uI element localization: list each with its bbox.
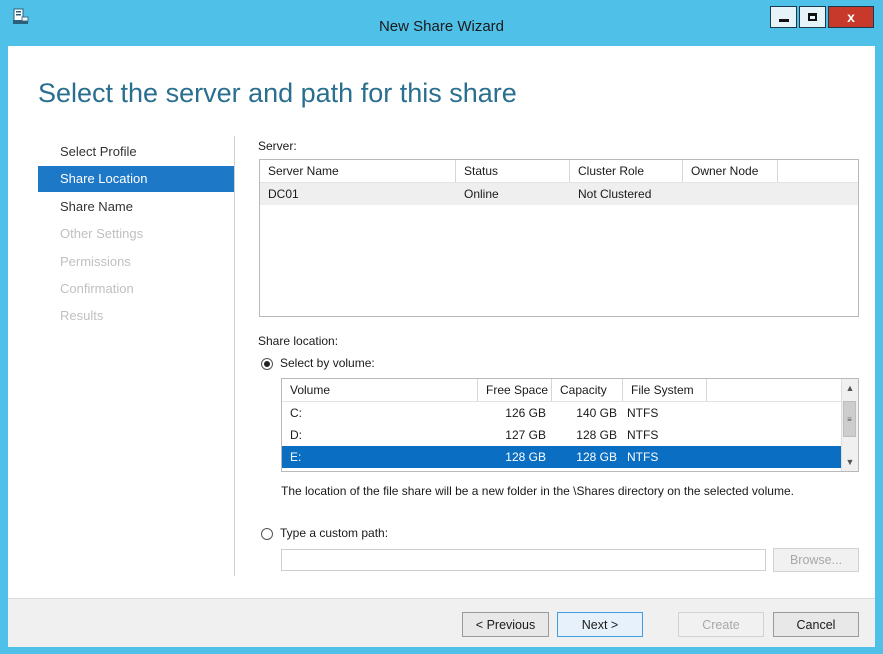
column-header-capacity[interactable]: Capacity [552,379,623,401]
server-owner-node-cell [683,183,778,205]
custom-path-radio[interactable] [261,528,273,540]
column-header-empty [707,379,842,401]
wizard-footer: < Previous Next > Create Cancel [8,598,875,647]
column-header-status[interactable]: Status [456,160,570,182]
capacity-cell: 128 GB [576,428,617,442]
wizard-client-area: Select the server and path for this shar… [8,46,875,647]
previous-button[interactable]: < Previous [462,612,549,637]
column-header-server-name[interactable]: Server Name [260,160,456,182]
close-icon: x [847,9,855,25]
server-label: Server: [258,139,297,153]
server-list-header: Server Name Status Cluster Role Owner No… [260,160,858,183]
column-header-empty [778,160,858,182]
volume-cell: C: [290,406,302,420]
nav-item-share-location[interactable]: Share Location [38,166,235,193]
cancel-button[interactable]: Cancel [773,612,859,637]
file-system-cell: NTFS [627,428,659,442]
scroll-thumb[interactable]: ≡ [843,401,856,437]
select-by-volume-label[interactable]: Select by volume: [280,356,375,370]
table-row[interactable]: D: 127 GB 128 GB NTFS [282,424,858,446]
nav-item-confirmation: Confirmation [60,280,134,296]
column-header-free-space[interactable]: Free Space [478,379,552,401]
column-header-volume[interactable]: Volume [282,379,478,401]
nav-item-share-name[interactable]: Share Name [38,194,235,220]
server-cluster-role-cell: Not Clustered [578,187,652,201]
next-button[interactable]: Next > [557,612,643,637]
volume-list-scrollbar[interactable]: ▲ ≡ ▼ [841,379,858,471]
free-space-cell: 126 GB [505,406,546,420]
file-system-cell: NTFS [627,450,659,464]
scroll-up-icon[interactable]: ▲ [842,380,858,396]
select-by-volume-radio[interactable] [261,358,273,370]
column-header-file-system[interactable]: File System [623,379,707,401]
volume-cell: D: [290,428,302,442]
maximize-icon [808,13,817,21]
share-location-info-text: The location of the file share will be a… [281,484,794,498]
column-header-owner-node[interactable]: Owner Node [683,160,778,182]
capacity-cell: 140 GB [576,406,617,420]
capacity-cell: 128 GB [576,450,617,464]
create-button[interactable]: Create [678,612,764,637]
nav-item-results: Results [60,308,104,324]
minimize-icon [778,18,789,22]
volume-list-header: Volume Free Space Capacity File System [282,379,858,402]
scroll-down-icon[interactable]: ▼ [842,454,858,470]
window-title: New Share Wizard [378,18,505,35]
nav-item-permissions: Permissions [60,253,131,269]
minimize-button[interactable] [770,6,797,28]
table-row-selected[interactable]: E: 128 GB 128 GB NTFS [282,446,841,468]
file-system-cell: NTFS [627,406,659,420]
volume-cell: E: [290,450,302,464]
share-location-label: Share location: [258,334,339,348]
close-button[interactable]: x [828,6,874,28]
server-name-cell: DC01 [268,187,299,201]
nav-item-other-settings: Other Settings [60,226,144,242]
custom-path-label[interactable]: Type a custom path: [280,526,388,540]
nav-divider [234,136,235,576]
free-space-cell: 127 GB [505,428,546,442]
wizard-window: New Share Wizard x Select the server and… [0,0,883,654]
volume-list[interactable]: Volume Free Space Capacity File System C… [281,378,859,472]
title-bar[interactable]: New Share Wizard x [0,0,883,46]
column-header-cluster-role[interactable]: Cluster Role [570,160,683,182]
maximize-button[interactable] [799,6,826,28]
empty-cell [778,183,858,205]
custom-path-input[interactable] [281,549,766,571]
wizard-steps-nav: Select Profile Share Location Share Name… [38,139,235,331]
server-list[interactable]: Server Name Status Cluster Role Owner No… [259,159,859,317]
table-row[interactable]: C: 126 GB 140 GB NTFS [282,402,858,424]
server-status-cell: Online [464,187,499,201]
table-row[interactable]: DC01 Online Not Clustered [260,183,858,205]
nav-item-select-profile[interactable]: Select Profile [38,139,235,165]
page-title: Select the server and path for this shar… [38,78,517,108]
browse-button[interactable]: Browse... [773,548,859,572]
free-space-cell: 128 GB [505,450,546,464]
